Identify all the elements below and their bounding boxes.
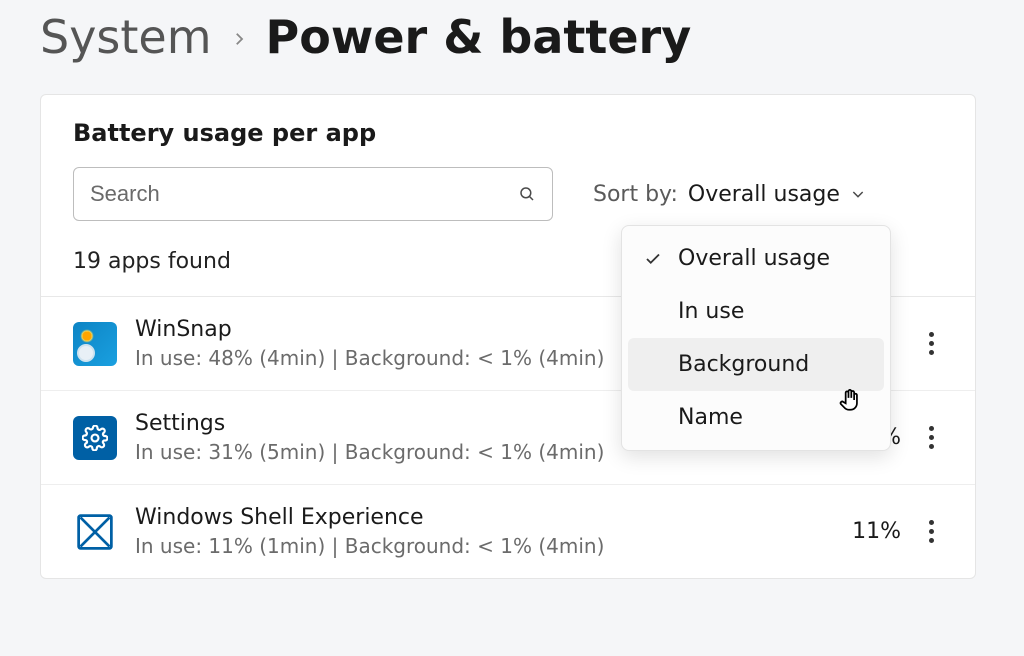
page-title: Power & battery bbox=[266, 10, 692, 64]
battery-usage-card: Battery usage per app Sort by: Overall u… bbox=[40, 94, 976, 579]
sort-option-label: Name bbox=[678, 405, 743, 430]
sort-value: Overall usage bbox=[688, 182, 840, 207]
check-placeholder bbox=[644, 356, 662, 374]
sort-by-dropdown[interactable]: Sort by: Overall usage bbox=[593, 182, 866, 207]
check-placeholder bbox=[644, 409, 662, 427]
sort-option-label: In use bbox=[678, 299, 744, 324]
gear-icon bbox=[82, 425, 108, 451]
search-input[interactable] bbox=[90, 181, 518, 207]
sort-label: Sort by: bbox=[593, 182, 678, 207]
breadcrumb-parent[interactable]: System bbox=[40, 10, 212, 64]
section-title: Battery usage per app bbox=[41, 119, 975, 167]
check-placeholder bbox=[644, 303, 662, 321]
chevron-right-icon bbox=[230, 18, 248, 56]
breadcrumb: System Power & battery bbox=[40, 10, 976, 64]
app-icon-settings bbox=[73, 416, 117, 460]
app-detail: In use: 11% (1min) | Background: < 1% (4… bbox=[135, 534, 823, 558]
check-icon bbox=[644, 250, 662, 268]
chevron-down-icon bbox=[850, 186, 866, 202]
more-options-button[interactable] bbox=[919, 520, 943, 543]
app-row[interactable]: Windows Shell Experience In use: 11% (1m… bbox=[41, 485, 975, 578]
sort-option-label: Overall usage bbox=[678, 246, 830, 271]
sort-option-overall-usage[interactable]: Overall usage bbox=[628, 232, 884, 285]
sort-option-in-use[interactable]: In use bbox=[628, 285, 884, 338]
more-options-button[interactable] bbox=[919, 426, 943, 449]
app-icon-winsnap bbox=[73, 322, 117, 366]
sort-option-label: Background bbox=[678, 352, 809, 377]
sort-option-background[interactable]: Background bbox=[628, 338, 884, 391]
app-icon-shell bbox=[73, 510, 117, 554]
sort-flyout: Overall usage In use Background Name bbox=[621, 225, 891, 451]
app-percent: 11% bbox=[841, 519, 901, 544]
cursor-hand-icon bbox=[837, 387, 863, 413]
search-box[interactable] bbox=[73, 167, 553, 221]
app-name: Windows Shell Experience bbox=[135, 505, 823, 530]
search-icon bbox=[518, 185, 536, 203]
more-options-button[interactable] bbox=[919, 332, 943, 355]
